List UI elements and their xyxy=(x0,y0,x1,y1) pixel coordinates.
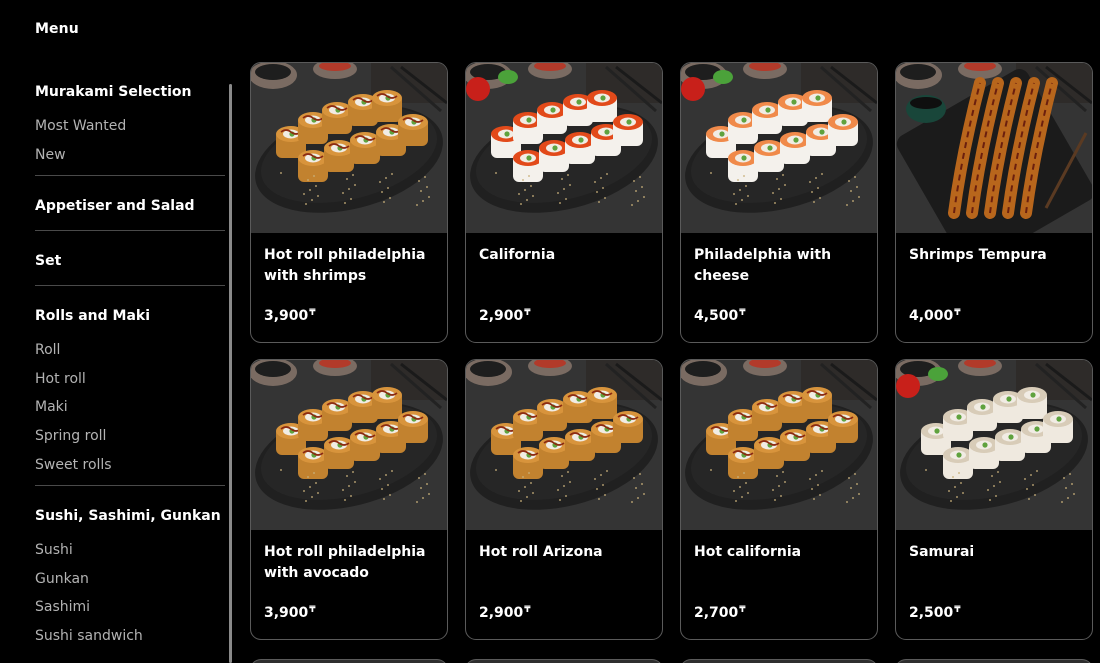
product-name: Hot california xyxy=(694,544,802,560)
currency-symbol: ₸ xyxy=(739,605,746,615)
product-image[interactable] xyxy=(466,360,662,530)
product-price: 2,900₸ xyxy=(479,308,531,324)
sidebar-item-sashimi[interactable]: Sashimi xyxy=(35,597,90,617)
product-card-partial[interactable] xyxy=(680,659,878,663)
sidebar-section-set[interactable]: Set xyxy=(35,251,61,271)
sidebar-item-most-wanted[interactable]: Most Wanted xyxy=(35,116,126,136)
product-card-partial[interactable] xyxy=(250,659,448,663)
product-price: 4,000₸ xyxy=(909,308,961,324)
product-image[interactable] xyxy=(896,63,1092,233)
sidebar-section-sushi-sashimi-gunkan[interactable]: Sushi, Sashimi, Gunkan xyxy=(35,506,221,526)
product-price-value: 3,900 xyxy=(264,605,309,621)
product-price-value: 2,700 xyxy=(694,605,739,621)
product-price: 4,500₸ xyxy=(694,308,746,324)
sidebar-divider xyxy=(35,285,225,287)
product-card-partial[interactable] xyxy=(895,659,1093,663)
product-card-shrimps-tempura[interactable]: Shrimps Tempura 4,000₸ xyxy=(895,62,1093,343)
currency-symbol: ₸ xyxy=(309,605,316,615)
product-price-value: 2,900 xyxy=(479,308,524,324)
product-price-value: 4,000 xyxy=(909,308,954,324)
product-card-hot-roll-philadelphia-with-avocado[interactable]: Hot roll philadelphia with avocado 3,900₸ xyxy=(250,359,448,640)
product-price: 2,900₸ xyxy=(479,605,531,621)
sidebar-divider xyxy=(35,485,225,487)
sidebar-item-roll[interactable]: Roll xyxy=(35,340,60,360)
currency-symbol: ₸ xyxy=(954,308,961,318)
currency-symbol: ₸ xyxy=(524,308,531,318)
sidebar-item-gunkan[interactable]: Gunkan xyxy=(35,569,89,589)
product-grid: Hot roll philadelphia with shrimps 3,900₸… xyxy=(250,62,1100,663)
product-price: 3,900₸ xyxy=(264,605,316,621)
sidebar-section-murakami-selection[interactable]: Murakami Selection xyxy=(35,82,192,102)
sidebar-item-hot-roll[interactable]: Hot roll xyxy=(35,369,86,389)
sidebar-item-sushi[interactable]: Sushi xyxy=(35,540,73,560)
sidebar-divider xyxy=(35,175,225,177)
product-price: 2,500₸ xyxy=(909,605,961,621)
product-card-samurai[interactable]: Samurai 2,500₸ xyxy=(895,359,1093,640)
product-image[interactable] xyxy=(681,360,877,530)
sidebar-section-appetiser-and-salad[interactable]: Appetiser and Salad xyxy=(35,196,195,216)
sidebar-section-rolls-and-maki[interactable]: Rolls and Maki xyxy=(35,306,150,326)
product-card-hot-roll-philadelphia-with-shrimps[interactable]: Hot roll philadelphia with shrimps 3,900₸ xyxy=(250,62,448,343)
currency-symbol: ₸ xyxy=(739,308,746,318)
sidebar-item-sushi-sandwich[interactable]: Sushi sandwich xyxy=(35,626,143,646)
product-name: California xyxy=(479,247,556,263)
product-name: Philadelphia with cheese xyxy=(694,247,832,284)
product-price: 3,900₸ xyxy=(264,308,316,324)
sidebar-item-maki[interactable]: Maki xyxy=(35,397,68,417)
product-image[interactable] xyxy=(466,63,662,233)
menu-title: Menu xyxy=(35,21,79,37)
product-card-hot-roll-arizona[interactable]: Hot roll Arizona 2,900₸ xyxy=(465,359,663,640)
product-card-california[interactable]: California 2,900₸ xyxy=(465,62,663,343)
product-card-hot-california[interactable]: Hot california 2,700₸ xyxy=(680,359,878,640)
product-image[interactable] xyxy=(251,360,447,530)
product-name: Hot roll philadelphia with avocado xyxy=(264,544,426,581)
product-name: Shrimps Tempura xyxy=(909,247,1047,263)
sidebar-divider xyxy=(35,230,225,232)
product-image[interactable] xyxy=(251,63,447,233)
product-name: Hot roll Arizona xyxy=(479,544,603,560)
currency-symbol: ₸ xyxy=(954,605,961,615)
product-price: 2,700₸ xyxy=(694,605,746,621)
product-image[interactable] xyxy=(681,63,877,233)
sidebar-item-spring-roll[interactable]: Spring roll xyxy=(35,426,106,446)
product-card-philadelphia-with-cheese[interactable]: Philadelphia with cheese 4,500₸ xyxy=(680,62,878,343)
product-price-value: 4,500 xyxy=(694,308,739,324)
product-name: Hot roll philadelphia with shrimps xyxy=(264,247,426,284)
sidebar-scrollbar-thumb[interactable] xyxy=(229,84,232,663)
product-price-value: 2,900 xyxy=(479,605,524,621)
sidebar-item-new[interactable]: New xyxy=(35,145,66,165)
sidebar-item-sweet-rolls[interactable]: Sweet rolls xyxy=(35,455,112,475)
currency-symbol: ₸ xyxy=(524,605,531,615)
product-image[interactable] xyxy=(896,360,1092,530)
product-price-value: 3,900 xyxy=(264,308,309,324)
currency-symbol: ₸ xyxy=(309,308,316,318)
product-price-value: 2,500 xyxy=(909,605,954,621)
product-name: Samurai xyxy=(909,544,975,560)
menu-page: Menu Murakami Selection Most Wanted New App… xyxy=(0,0,1100,663)
product-card-partial[interactable] xyxy=(465,659,663,663)
